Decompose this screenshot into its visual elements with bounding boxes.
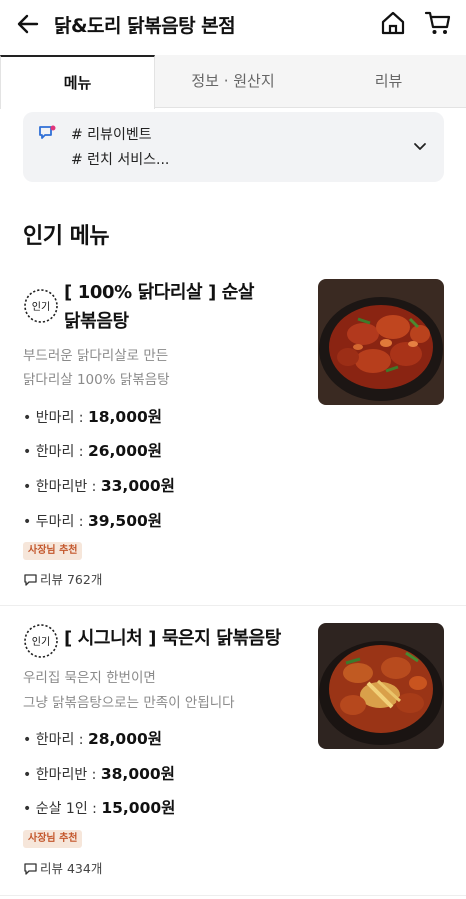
price-value: 26,000원 [87, 442, 163, 460]
menu-item-description: 닭다리살 100% 닭볶음탕 [23, 372, 170, 388]
price-label: • 한마리 : [23, 732, 88, 748]
tab-bar: 메뉴 정보 · 원산지 리뷰 [0, 55, 466, 109]
top-bar: 닭&도리 닭볶음탕 본점 [0, 0, 466, 48]
cart-icon[interactable] [424, 10, 452, 36]
price-value: 38,000원 [100, 765, 175, 783]
notice-line: # 런치 서비스... [71, 152, 170, 168]
price-value: 39,500원 [87, 512, 163, 530]
price-row: • 한마리 : 26,000원 [23, 439, 162, 461]
menu-item-description: 우리집 묵은지 한번이면 [23, 670, 156, 686]
price-value: 15,000원 [101, 799, 176, 817]
chevron-down-icon[interactable] [413, 139, 427, 153]
tab-reviews[interactable]: 리뷰 [311, 55, 466, 108]
food-image [318, 279, 444, 405]
price-row: • 한마리반 : 38,000원 [23, 762, 175, 784]
price-label: • 한마리 : [23, 444, 88, 460]
menu-item-description: 그냥 닭볶음탕으로는 만족이 안됩니다 [23, 695, 235, 711]
price-value: 18,000원 [87, 408, 163, 426]
notice-line: # 리뷰이벤트 [71, 127, 152, 143]
tab-menu[interactable]: 메뉴 [0, 55, 155, 109]
review-count-label: 리뷰 434개 [40, 861, 103, 876]
menu-item-name: 닭볶음탕 [64, 311, 129, 332]
review-count: 리뷰 434개 [24, 858, 102, 877]
price-label: • 한마리반 : [23, 767, 101, 783]
notice-banner[interactable]: # 리뷰이벤트 # 런치 서비스... [23, 112, 444, 182]
menu-item-name: [ 시그니처 ] 묵은지 닭볶음탕 [64, 628, 281, 649]
price-label: • 반마리 : [23, 410, 88, 426]
home-icon[interactable] [380, 10, 406, 36]
review-count-label: 리뷰 762개 [40, 572, 103, 587]
price-value: 28,000원 [87, 730, 163, 748]
price-value: 33,000원 [100, 477, 175, 495]
comment-icon [24, 574, 37, 586]
owner-recommend-badge: 사장님 추천 [23, 542, 83, 560]
announcement-icon [39, 125, 56, 139]
owner-recommend-badge: 사장님 추천 [23, 830, 83, 848]
section-title: 인기 메뉴 [23, 224, 110, 249]
popular-badge-icon: 인기 [24, 624, 58, 658]
menu-item-description: 부드러운 닭다리살로 만든 [23, 348, 169, 364]
price-row: • 반마리 : 18,000원 [23, 405, 162, 427]
back-arrow-icon[interactable] [14, 10, 42, 38]
review-count: 리뷰 762개 [24, 569, 102, 588]
menu-item-name: [ 100% 닭다리살 ] 순살 [64, 282, 255, 303]
menu-item[interactable]: 인기 [ 시그니처 ] 묵은지 닭볶음탕 우리집 묵은지 한번이면 그냥 닭볶음… [0, 606, 466, 896]
popular-badge-label: 인기 [32, 301, 50, 313]
tab-info-origin[interactable]: 정보 · 원산지 [155, 55, 311, 108]
price-row: • 두마리 : 39,500원 [23, 509, 162, 531]
popular-badge-icon: 인기 [24, 289, 58, 323]
price-label: • 한마리반 : [23, 479, 101, 495]
price-row: • 한마리 : 28,000원 [23, 727, 162, 749]
price-label: • 두마리 : [23, 514, 88, 530]
food-image [318, 623, 444, 749]
comment-icon [24, 863, 37, 875]
price-row: • 순살 1인 : 15,000원 [23, 796, 175, 818]
page-title: 닭&도리 닭볶음탕 본점 [54, 15, 236, 37]
popular-badge-label: 인기 [32, 636, 50, 648]
price-row: • 한마리반 : 33,000원 [23, 474, 175, 496]
price-label: • 순살 1인 : [23, 801, 102, 817]
menu-item[interactable]: 인기 [ 100% 닭다리살 ] 순살 닭볶음탕 부드러운 닭다리살로 만든 닭… [0, 266, 466, 606]
